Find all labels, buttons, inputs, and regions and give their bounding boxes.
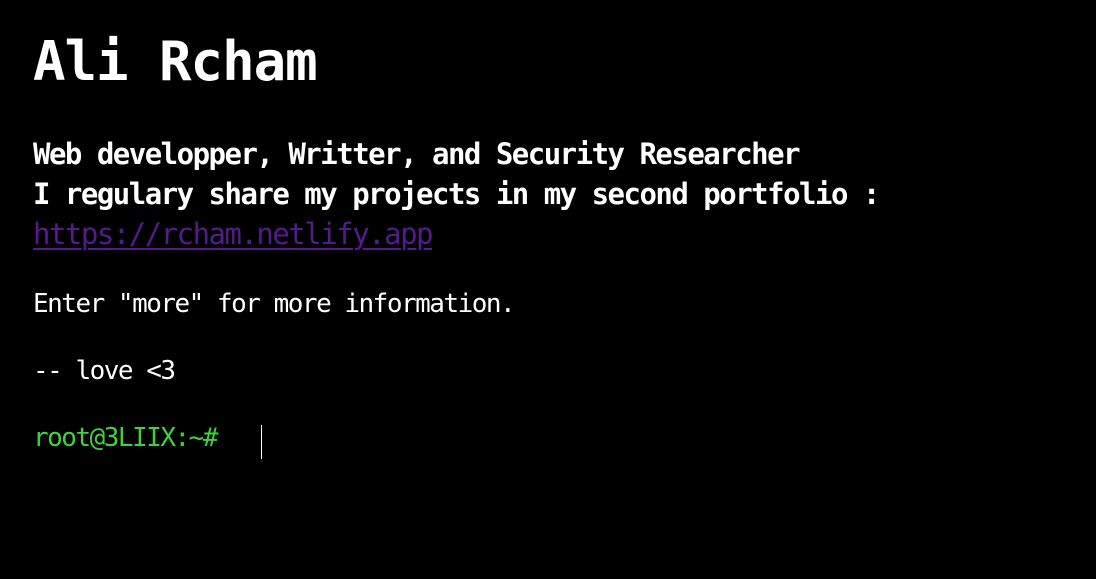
terminal-window: Ali Rcham Web developper, Writter, and S… [33, 26, 1096, 455]
bio-roles: Web developper, Writter, and Security Re… [33, 137, 801, 171]
command-input[interactable] [217, 421, 931, 455]
portfolio-link[interactable]: https://rcham.netlify.app [33, 214, 1096, 254]
signoff-text: -- love <3 [33, 356, 176, 386]
bio-portfolio-note: I regulary share my projects in my secon… [33, 177, 880, 211]
command-prompt-row: root@3LIIX:~# [33, 421, 1096, 455]
text-cursor [261, 425, 262, 459]
prompt-label: root@3LIIX:~# [33, 423, 219, 453]
more-hint-text: Enter "more" for more information. [33, 289, 516, 319]
bio-section: Web developper, Writter, and Security Re… [33, 134, 1096, 254]
page-title: Ali Rcham [33, 30, 318, 93]
